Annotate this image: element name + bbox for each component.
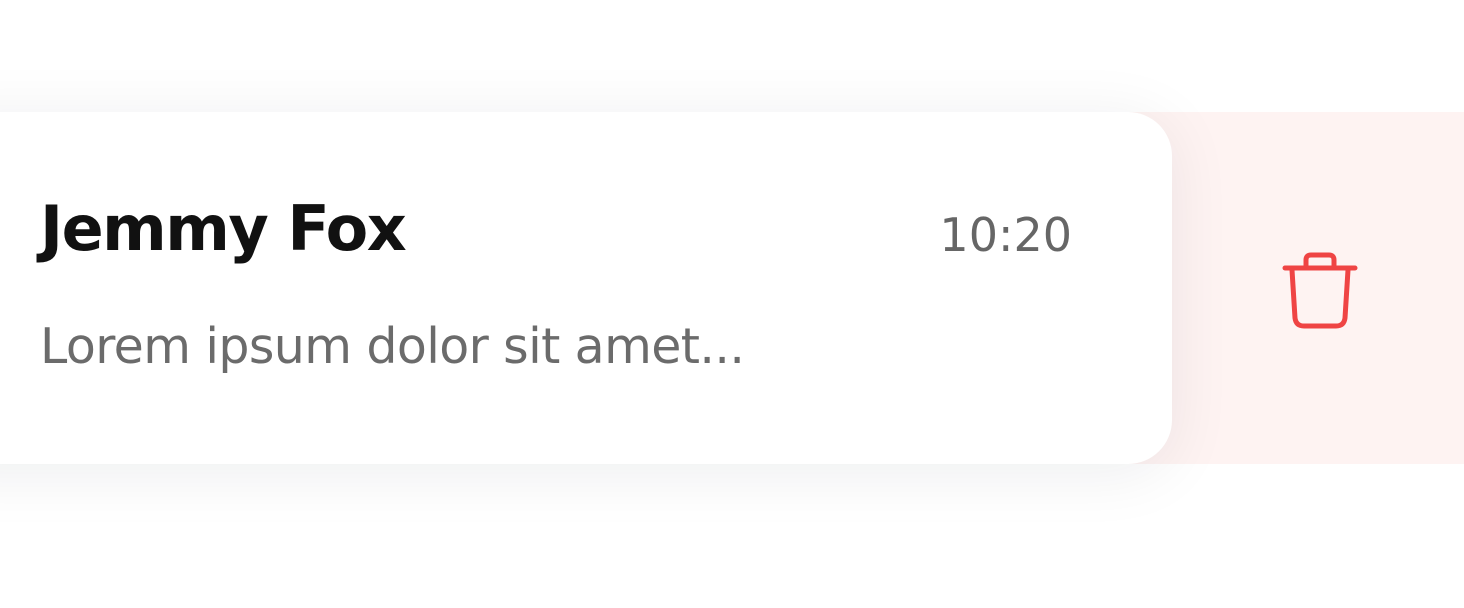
message-preview: Lorem ipsum dolor sit amet...	[40, 318, 745, 375]
contact-name: Jemmy Fox	[40, 192, 407, 265]
trash-icon	[1282, 252, 1358, 329]
conversation-card[interactable]: Jemmy Fox 10:20 Lorem ipsum dolor sit am…	[0, 112, 1172, 464]
delete-button[interactable]	[1252, 232, 1388, 348]
message-time: 10:20	[939, 208, 1072, 262]
conversation-row[interactable]: Jemmy Fox 10:20 Lorem ipsum dolor sit am…	[0, 112, 1464, 464]
